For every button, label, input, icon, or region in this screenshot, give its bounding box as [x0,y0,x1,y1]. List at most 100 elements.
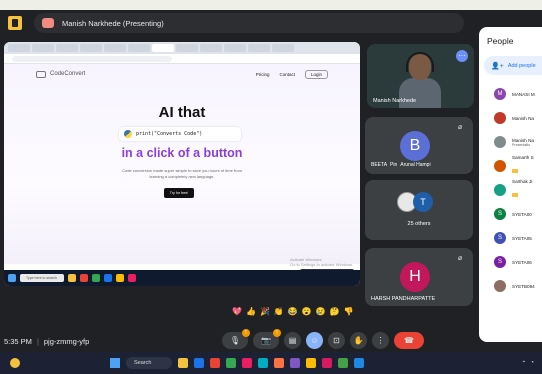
panel-title: People [487,36,514,46]
avatar [494,136,506,148]
reaction-thinking[interactable]: 🤔 [330,307,340,317]
browser-tab[interactable] [176,44,198,52]
app-icon[interactable] [128,274,136,282]
hero-subtitle: in a click of a button [121,146,243,160]
participant-name: HARSH PANDHARPATTE [371,296,436,302]
url-field[interactable] [12,55,172,62]
app-icon[interactable] [354,358,364,368]
chrome-icon[interactable] [306,358,316,368]
avatar: S [494,256,506,268]
app-icon[interactable] [116,274,124,282]
windows-start-icon[interactable] [110,358,120,368]
participant-row[interactable]: Manish Na [494,111,542,125]
pin-label: Pin [390,162,398,168]
try-free-button[interactable]: Try for free! [164,188,194,198]
more-vert-icon: ⋮ [376,336,385,345]
nav-contact[interactable]: Contact [279,72,295,77]
browser-tab[interactable] [224,44,246,52]
reaction-laugh[interactable]: 😂 [288,307,298,317]
reaction-clap[interactable]: 👏 [274,307,284,317]
code-snippet: print("Converts Code") [136,131,203,137]
app-icon[interactable] [242,358,252,368]
participant-tile-b[interactable]: ⌀ B BEETA Pin Arunal Hampi [365,117,473,174]
app-icon[interactable] [322,358,332,368]
app-icon[interactable] [210,358,220,368]
app-icon[interactable] [92,274,100,282]
mic-button[interactable]: 🎙 ! [222,329,250,349]
participant-row[interactable]: S SYETA05 [494,231,542,245]
hand-raised-badge [512,168,518,173]
participant-name: Samarth S [512,154,534,160]
leave-call-button[interactable]: ☎ [394,332,424,349]
hand-raised-badge [512,192,518,197]
app-icon[interactable] [290,358,300,368]
reaction-surprised[interactable]: 😮 [302,307,312,317]
app-icon[interactable] [226,358,236,368]
participant-row[interactable]: S SYETA06 [494,255,542,269]
participant-row[interactable]: SYETB094 [494,279,542,293]
browser-tab[interactable] [56,44,78,52]
site-nav: CodeConvert Pricing Contact Login [4,64,360,84]
raise-hand-button[interactable]: ✋ [350,332,367,349]
more-options-button[interactable]: ⋮ [372,332,389,349]
app-icon[interactable] [338,358,348,368]
python-icon [124,130,132,138]
participant-row[interactable]: S SYETA00 [494,207,542,221]
reaction-party[interactable]: 🎉 [260,307,270,317]
taskbar-search[interactable]: Search [126,357,172,369]
browser-tab[interactable] [104,44,126,52]
login-button[interactable]: Login [304,69,328,79]
participant-info: Samarth S [512,155,534,178]
participant-name: Sarthak Ji [512,178,533,184]
captions-button[interactable]: ▤ [284,332,301,349]
file-explorer-icon[interactable] [178,358,188,368]
tile-more-icon[interactable]: ⋯ [456,50,468,62]
emoji-button[interactable]: ☺ [306,332,323,349]
reaction-heart[interactable]: 💖 [232,307,242,317]
meeting-time: 5:35 PM [4,336,32,346]
logo-text: CodeConvert [50,71,86,77]
browser-tab[interactable] [8,44,30,52]
others-tile[interactable]: T 25 others [365,180,473,240]
participant-tile-h[interactable]: ⌀ H HARSH PANDHARPATTE [365,248,473,306]
presenter-name: Manish Narkhede [373,98,417,104]
participant-info: SYETA05 [512,236,532,241]
browser-tab[interactable] [32,44,54,52]
browser-tab[interactable] [200,44,222,52]
browser-tab[interactable] [272,44,294,52]
chevron-up-icon[interactable]: ⌃ [521,360,526,367]
start-icon[interactable] [8,274,16,282]
reaction-thumbs-down[interactable]: 👎 [344,307,354,317]
presenting-chip[interactable]: Manish Narkhede (Presenting) [34,13,464,33]
weather-icon[interactable] [10,358,20,368]
add-people-button[interactable]: 👤+ Add people [484,56,542,75]
camera-button[interactable]: 📷 ! [253,329,281,349]
app-icon[interactable] [80,274,88,282]
browser-tab[interactable] [128,44,150,52]
participant-row[interactable]: M MANASI M [494,87,542,101]
folder-icon[interactable] [68,274,76,282]
browser-tab[interactable] [80,44,102,52]
presenter-tile[interactable]: ⋯ Manish Narkhede [367,44,474,108]
participant-row[interactable]: Samarth S [494,155,542,173]
present-icon: ⊡ [333,336,340,345]
address-bar[interactable] [4,54,360,64]
app-icon[interactable] [194,358,204,368]
present-button[interactable]: ⊡ [328,332,345,349]
participant-row[interactable]: Sarthak Ji [494,179,542,197]
app-icon[interactable] [104,274,112,282]
inner-search-box[interactable]: Type here to search [20,274,64,282]
browser-tab[interactable] [248,44,270,52]
nav-pricing[interactable]: Pricing [256,72,270,77]
code-snippet-pill: print("Converts Code") [119,127,241,141]
system-tray[interactable]: ⌃ ◔ [521,360,534,367]
reaction-thumbs-up[interactable]: 👍 [246,307,256,317]
app-icon[interactable] [274,358,284,368]
site-logo[interactable]: CodeConvert [36,70,86,78]
browser-tab-active[interactable] [152,44,174,52]
wifi-icon[interactable]: ◔ [530,360,534,366]
hero-title: AI that [158,104,206,121]
participant-row[interactable]: Manish Na Presentatio [494,135,542,149]
app-icon[interactable] [258,358,268,368]
reaction-sad[interactable]: 😢 [316,307,326,317]
